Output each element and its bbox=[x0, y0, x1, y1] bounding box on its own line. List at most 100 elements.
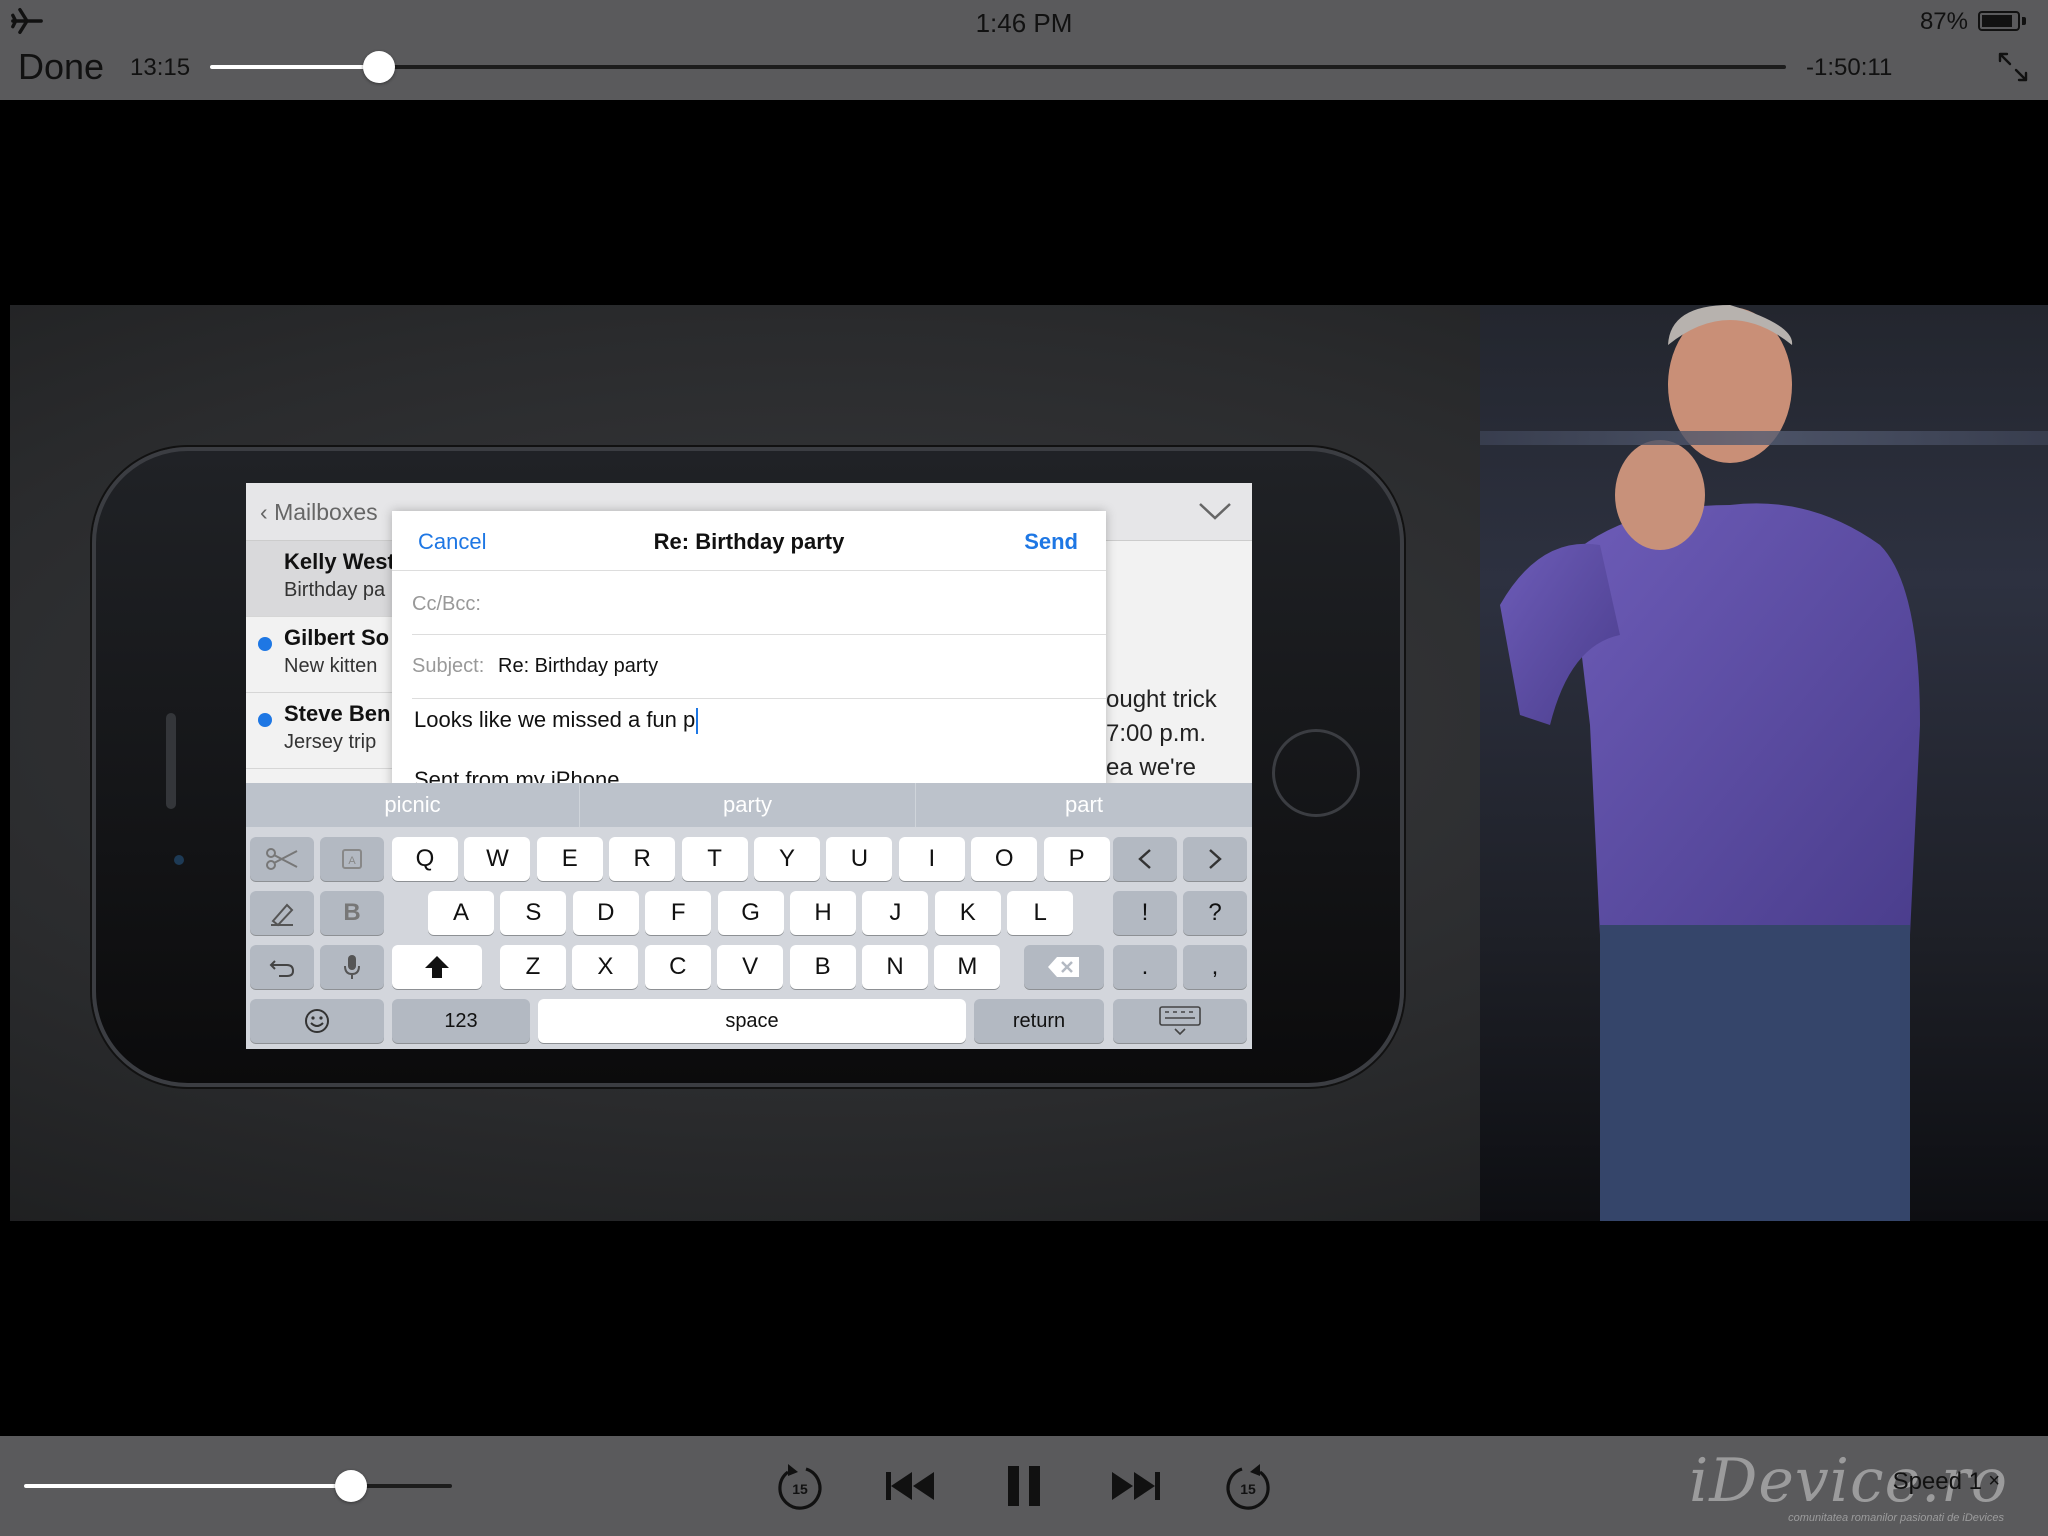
home-button bbox=[1272, 729, 1360, 817]
scissors-icon bbox=[266, 848, 298, 870]
iphone-device: ‹ Mailboxes Kelly West Birthday pa Gilbe… bbox=[92, 447, 1404, 1087]
skip-back-15-icon[interactable]: 15 bbox=[770, 1458, 830, 1514]
unread-dot-icon bbox=[258, 637, 272, 651]
compose-nav-bar: Re: Birthday party Cancel Send bbox=[392, 511, 1106, 571]
suggestion: picnic bbox=[246, 783, 580, 827]
period-key: . bbox=[1113, 945, 1177, 989]
dictation-key bbox=[320, 945, 384, 989]
fullscreen-toggle-icon[interactable] bbox=[1996, 50, 2030, 84]
subject-field: Subject: Re: Birthday party bbox=[412, 635, 1106, 699]
shift-key bbox=[392, 945, 482, 989]
paste-key bbox=[250, 891, 314, 935]
key-n: N bbox=[862, 945, 928, 989]
return-key: return bbox=[974, 999, 1104, 1043]
key-s: S bbox=[500, 891, 567, 935]
top-control-bar: 1:46 PM 87% Done 13:15 -1:50:11 bbox=[0, 0, 2048, 100]
emoji-smile-icon bbox=[305, 1009, 329, 1033]
battery-icon bbox=[1978, 11, 2020, 31]
unread-dot-icon bbox=[258, 713, 272, 727]
backspace-icon bbox=[1048, 957, 1079, 977]
key-p: P bbox=[1043, 837, 1110, 881]
emoji-key bbox=[250, 999, 384, 1043]
message-body: Looks like we missed a fun p bbox=[414, 707, 699, 735]
skip-forward-15-icon[interactable]: 15 bbox=[1218, 1458, 1278, 1514]
key-l: L bbox=[1007, 891, 1074, 935]
svg-text:A: A bbox=[348, 855, 356, 867]
onscreen-keyboard: picnic party part A QWERTYUIOP B ASDFGHJ… bbox=[246, 783, 1252, 1049]
copy-icon: A bbox=[342, 849, 362, 869]
chevron-right-icon bbox=[1209, 849, 1222, 869]
key-z: Z bbox=[500, 945, 566, 989]
ccbcc-field: Cc/Bcc: bbox=[412, 573, 1106, 635]
volume-thumb[interactable] bbox=[335, 1470, 368, 1502]
battery-percent: 87% bbox=[1919, 8, 1968, 35]
svg-text:15: 15 bbox=[792, 1481, 808, 1497]
pause-icon[interactable] bbox=[994, 1458, 1054, 1514]
key-g: G bbox=[717, 891, 784, 935]
key-k: K bbox=[934, 891, 1001, 935]
chevron-left-icon bbox=[1138, 849, 1151, 869]
arrow-right-key bbox=[1183, 837, 1247, 881]
scrub-bar[interactable] bbox=[210, 51, 1786, 83]
cut-key bbox=[250, 837, 314, 881]
bottom-control-bar: 15 15 iDevice.ro comunitatea romanilor p… bbox=[0, 1436, 2048, 1536]
key-e: E bbox=[536, 837, 603, 881]
copy-key: A bbox=[320, 837, 384, 881]
compose-send: Send bbox=[1024, 529, 1078, 554]
key-v: V bbox=[717, 945, 784, 989]
paste-pen-icon bbox=[271, 903, 294, 927]
key-j: J bbox=[862, 891, 929, 935]
chevron-down-icon bbox=[1199, 503, 1231, 520]
video-frame[interactable]: ‹ Mailboxes Kelly West Birthday pa Gilbe… bbox=[10, 305, 2048, 1221]
text-caret bbox=[696, 708, 699, 735]
key-x: X bbox=[572, 945, 639, 989]
speed-close-icon[interactable]: × bbox=[1988, 1470, 2000, 1493]
quicktype-bar: picnic party part bbox=[246, 783, 1252, 827]
key-w: W bbox=[464, 837, 531, 881]
numbers-key: 123 bbox=[392, 999, 530, 1043]
playback-speed-label[interactable]: Speed 1 bbox=[1893, 1468, 1982, 1496]
done-button[interactable]: Done bbox=[18, 46, 104, 88]
compose-cancel: Cancel bbox=[418, 529, 487, 554]
key-q: Q bbox=[392, 837, 458, 881]
key-d: D bbox=[572, 891, 639, 935]
key-r: R bbox=[609, 837, 676, 881]
key-u: U bbox=[826, 837, 893, 881]
key-f: F bbox=[645, 891, 712, 935]
remaining-time: -1:50:11 bbox=[1806, 54, 1893, 81]
exclamation-key: ! bbox=[1113, 891, 1177, 935]
mailboxes-back-link: ‹ Mailboxes bbox=[260, 499, 378, 525]
space-key: space bbox=[538, 999, 966, 1043]
shift-arrow-icon bbox=[425, 956, 449, 978]
key-y: Y bbox=[754, 837, 820, 881]
volume-slider[interactable] bbox=[24, 1470, 452, 1502]
delete-key bbox=[1024, 945, 1104, 989]
bold-key: B bbox=[320, 891, 384, 935]
volume-level bbox=[24, 1484, 352, 1488]
question-key: ? bbox=[1183, 891, 1247, 935]
previous-track-icon[interactable] bbox=[880, 1458, 940, 1514]
suggestion: party bbox=[580, 783, 916, 827]
undo-key bbox=[250, 945, 314, 989]
compose-title: Re: Birthday party bbox=[653, 529, 845, 554]
comma-key: , bbox=[1183, 945, 1247, 989]
scrub-progress bbox=[210, 65, 380, 69]
keyboard-dismiss-icon bbox=[1159, 1006, 1201, 1036]
hide-keyboard-key bbox=[1113, 999, 1247, 1043]
watermark-tagline: comunitatea romanilor pasionati de iDevi… bbox=[1788, 1512, 2004, 1524]
undo-icon bbox=[269, 960, 295, 977]
compose-sheet: Re: Birthday party Cancel Send Cc/Bcc: S… bbox=[392, 511, 1106, 792]
key-b: B bbox=[789, 945, 856, 989]
status-time: 1:46 PM bbox=[975, 8, 1073, 38]
next-track-icon[interactable] bbox=[1106, 1458, 1166, 1514]
suggestion: part bbox=[1065, 792, 1103, 817]
svg-text:15: 15 bbox=[1240, 1481, 1256, 1497]
key-h: H bbox=[790, 891, 856, 935]
key-i: I bbox=[898, 837, 965, 881]
presenter-camera-feed bbox=[1480, 305, 2048, 1221]
elapsed-time: 13:15 bbox=[130, 54, 191, 81]
microphone-icon bbox=[344, 955, 360, 979]
scrub-thumb[interactable] bbox=[363, 51, 396, 83]
key-m: M bbox=[934, 945, 1001, 989]
arrow-left-key bbox=[1113, 837, 1177, 881]
